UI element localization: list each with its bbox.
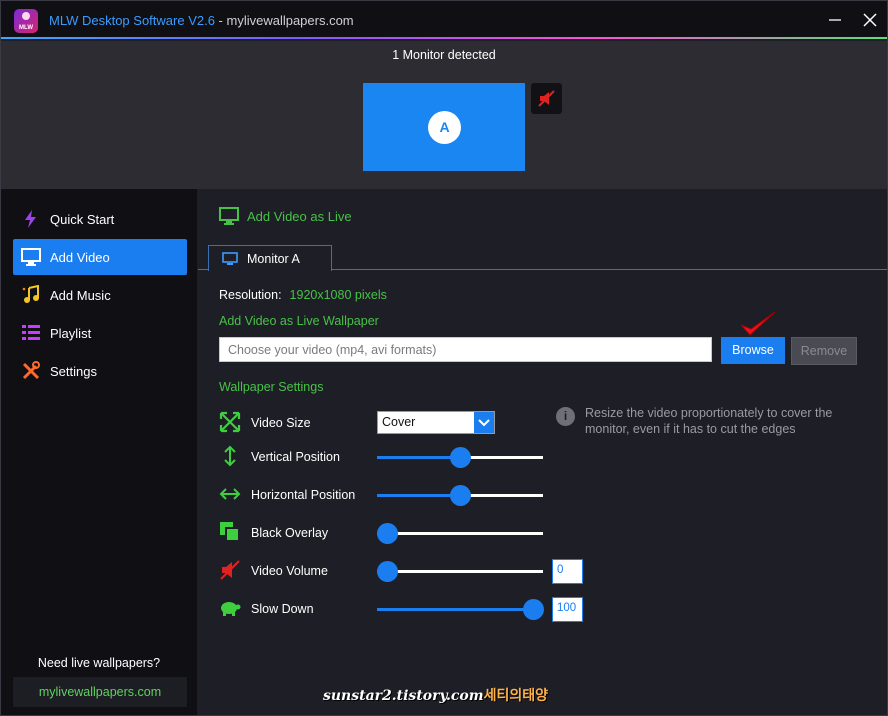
app-name: MLW Desktop Software V2.6 xyxy=(49,13,215,28)
slow-down-value[interactable]: 100 xyxy=(552,597,583,622)
vertical-arrows-icon xyxy=(219,445,241,467)
title-bar: MLW MLW Desktop Software V2.6 - mylivewa… xyxy=(1,1,887,39)
overlay-squares-icon xyxy=(219,521,241,543)
sidebar-item-settings[interactable]: Settings xyxy=(13,353,187,389)
monitor-icon xyxy=(222,252,238,265)
slider-thumb[interactable] xyxy=(377,561,398,582)
horizontal-arrows-icon xyxy=(219,483,241,505)
tab-label: Monitor A xyxy=(247,252,300,266)
info-icon: i xyxy=(556,407,575,426)
promo-text: Need live wallpapers? xyxy=(37,656,161,670)
video-size-value: Cover xyxy=(382,415,416,429)
resolution-row: Resolution: 1920x1080 pixels xyxy=(219,288,387,302)
chevron-down-icon xyxy=(474,412,494,433)
watermark-text: sunstar2.tistory.com xyxy=(323,688,484,704)
watermark: sunstar2.tistory.com세티의태양 xyxy=(323,685,548,705)
title-accent-line xyxy=(1,37,887,39)
mute-monitor-button[interactable] xyxy=(531,83,562,114)
sidebar: Quick Start Add Video Add Music Playlist… xyxy=(1,189,197,715)
close-icon xyxy=(863,13,877,27)
sidebar-item-add-music[interactable]: Add Music xyxy=(13,277,187,313)
video-size-description: Resize the video proportionately to cove… xyxy=(585,406,833,436)
sidebar-item-label: Playlist xyxy=(50,326,92,341)
add-video-label: Add Video as Live Wallpaper xyxy=(219,314,379,328)
tools-icon xyxy=(21,361,41,381)
sidebar-item-label: Quick Start xyxy=(50,212,115,227)
slider-thumb[interactable] xyxy=(450,447,471,468)
sidebar-item-quick-start[interactable]: Quick Start xyxy=(13,201,187,237)
music-notes-icon xyxy=(21,284,41,305)
vertical-position-label: Vertical Position xyxy=(251,450,340,464)
black-overlay-label: Black Overlay xyxy=(251,526,329,540)
slider-thumb[interactable] xyxy=(523,599,544,620)
vertical-position-slider[interactable] xyxy=(377,447,543,469)
remove-button[interactable]: Remove xyxy=(791,337,857,365)
video-path-input[interactable] xyxy=(219,337,712,362)
horizontal-position-label: Horizontal Position xyxy=(251,488,356,502)
slow-down-label: Slow Down xyxy=(251,602,314,616)
monitor-a-tile[interactable]: A xyxy=(363,83,525,171)
video-volume-slider[interactable] xyxy=(377,561,543,583)
resolution-label: Resolution: xyxy=(219,288,282,302)
video-volume-value[interactable]: 0 xyxy=(552,559,583,584)
lightning-icon xyxy=(21,209,41,229)
sidebar-item-label: Add Video xyxy=(50,250,110,265)
list-icon xyxy=(21,323,41,343)
slider-thumb[interactable] xyxy=(450,485,471,506)
slow-down-slider[interactable] xyxy=(377,599,544,621)
app-logo: MLW xyxy=(14,9,38,33)
resize-arrows-icon xyxy=(219,411,241,433)
video-size-dropdown[interactable]: Cover xyxy=(377,411,495,434)
website-link-button[interactable]: mylivewallpapers.com xyxy=(13,677,187,707)
section-header: Add Video as Live xyxy=(219,206,352,231)
monitor-detected-text: 1 Monitor detected xyxy=(392,48,496,62)
app-window: MLW MLW Desktop Software V2.6 - mylivewa… xyxy=(0,0,888,716)
wallpaper-settings-label: Wallpaper Settings xyxy=(219,380,324,394)
main-panel: Add Video as Live Monitor A Resolution: 1… xyxy=(198,189,887,715)
tab-monitor-a[interactable]: Monitor A xyxy=(208,245,332,271)
video-volume-label: Video Volume xyxy=(251,564,328,578)
slider-thumb[interactable] xyxy=(377,523,398,544)
check-mark-icon xyxy=(740,311,776,336)
monitor-icon xyxy=(21,247,41,267)
video-size-label: Video Size xyxy=(251,416,311,430)
watermark-korean: 세티의태양 xyxy=(483,688,548,704)
resolution-value: 1920x1080 pixels xyxy=(289,288,387,302)
sidebar-item-playlist[interactable]: Playlist xyxy=(13,315,187,351)
sidebar-item-label: Settings xyxy=(50,364,97,379)
speaker-muted-icon xyxy=(538,90,555,107)
turtle-icon xyxy=(219,597,241,619)
minimize-button[interactable] xyxy=(823,8,847,32)
title-suffix: - mylivewallpapers.com xyxy=(214,13,354,28)
section-header-text: Add Video as Live xyxy=(247,209,352,224)
monitor-icon xyxy=(219,207,239,225)
minimize-icon xyxy=(829,19,841,21)
window-title: MLW Desktop Software V2.6 - mylivewallpa… xyxy=(49,13,354,28)
horizontal-position-slider[interactable] xyxy=(377,485,543,507)
close-button[interactable] xyxy=(858,8,882,32)
sidebar-item-add-video[interactable]: Add Video xyxy=(13,239,187,275)
sidebar-item-label: Add Music xyxy=(50,288,111,303)
speaker-muted-icon xyxy=(219,559,241,581)
black-overlay-slider[interactable] xyxy=(377,523,543,545)
monitor-panel: 1 Monitor detected A xyxy=(1,41,887,189)
monitor-label-badge: A xyxy=(428,111,461,144)
